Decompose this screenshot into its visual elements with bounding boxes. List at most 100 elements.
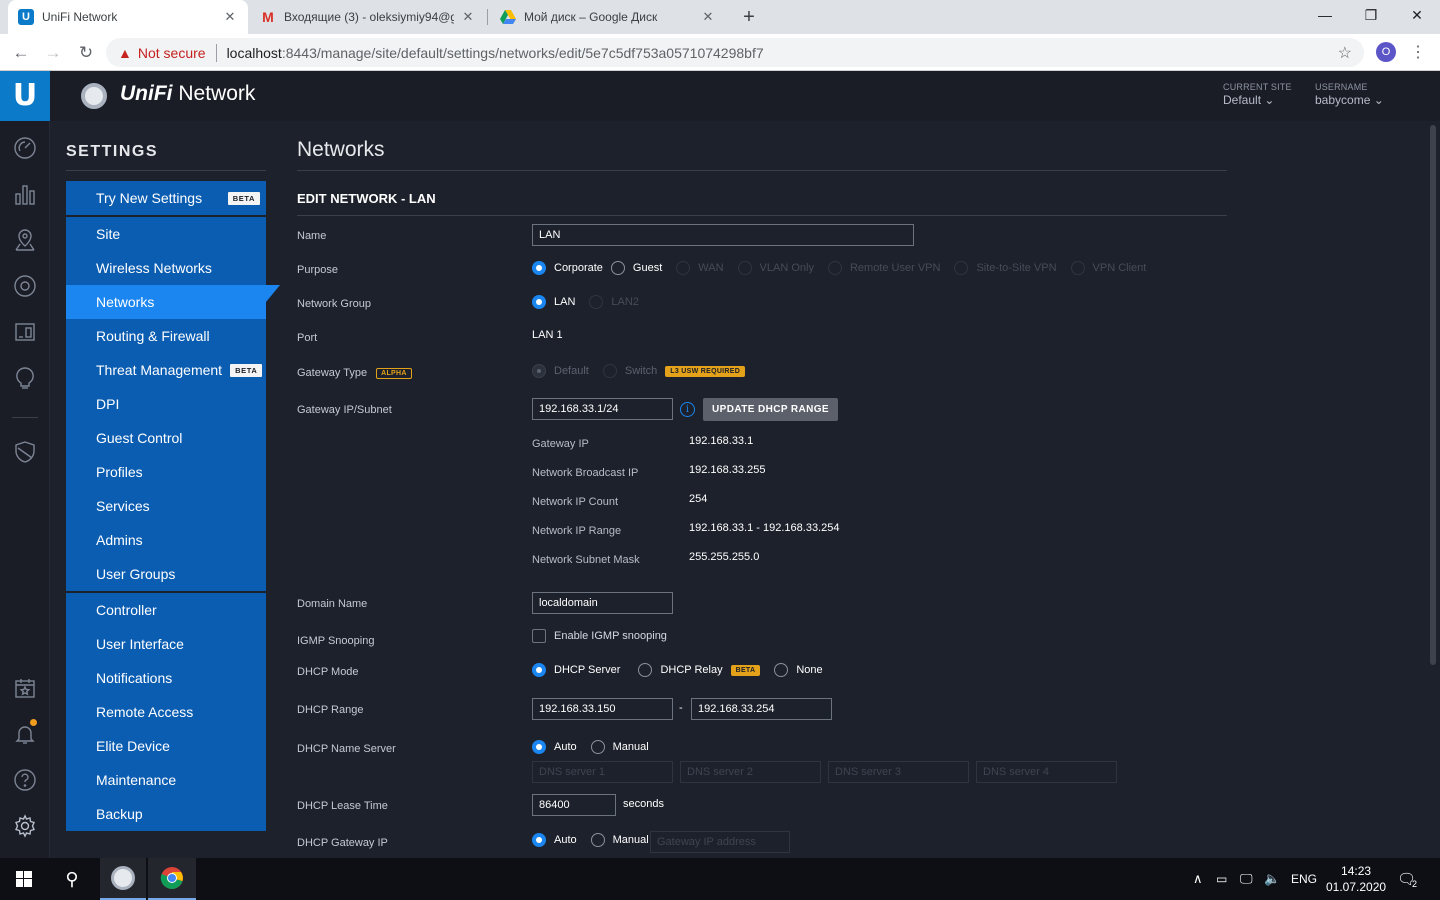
close-tab-icon[interactable]: ✕: [700, 9, 716, 25]
network-group-lan-radio[interactable]: [532, 295, 546, 309]
nav-routing-firewall[interactable]: Routing & Firewall: [66, 319, 266, 353]
update-dhcp-range-button[interactable]: UPDATE DHCP RANGE: [703, 398, 838, 421]
settings-gear-icon[interactable]: [11, 812, 39, 840]
close-window-icon[interactable]: ✕: [1394, 0, 1440, 30]
username-selector[interactable]: USERNAME babycome ⌄: [1315, 82, 1384, 107]
browser-menu-icon[interactable]: ⋮: [1410, 40, 1426, 66]
domain-name-input[interactable]: localdomain: [532, 592, 673, 614]
close-tab-icon[interactable]: ✕: [460, 9, 476, 25]
help-icon[interactable]: [11, 766, 39, 794]
purpose-vlan-only-radio[interactable]: [737, 261, 752, 275]
battery-icon[interactable]: ▭: [1216, 858, 1227, 900]
restore-icon[interactable]: ❐: [1348, 0, 1394, 30]
dhcp-gateway-manual-radio[interactable]: [590, 833, 605, 847]
chrome-icon[interactable]: [148, 858, 196, 900]
dhcp-gateway-ip-input[interactable]: Gateway IP address: [650, 831, 790, 853]
action-center-icon[interactable]: 🗨 2: [1397, 858, 1417, 900]
dhcp-range-end-input[interactable]: 192.168.33.254: [691, 698, 832, 720]
dhcp-range-start-input[interactable]: 192.168.33.150: [532, 698, 673, 720]
nav-backup[interactable]: Backup: [66, 797, 266, 831]
new-tab-button[interactable]: +: [738, 4, 760, 30]
clients-icon[interactable]: [11, 318, 39, 346]
dhcp-relay-radio[interactable]: [638, 663, 653, 677]
igmp-snooping-checkbox[interactable]: [532, 629, 546, 643]
nav-services[interactable]: Services: [66, 489, 266, 523]
devices-icon[interactable]: [11, 272, 39, 300]
gateway-type-default-radio[interactable]: [532, 364, 546, 378]
tab-unifi[interactable]: U UniFi Network ✕: [8, 0, 248, 34]
network-group-lan2-radio[interactable]: [589, 295, 604, 309]
close-tab-icon[interactable]: ✕: [222, 9, 238, 25]
nav-try-new-settings[interactable]: Try New Settings BETA: [66, 181, 266, 215]
page-scrollbar[interactable]: [1430, 125, 1436, 665]
dhcp-gateway-auto-radio[interactable]: [532, 833, 546, 847]
minimize-icon[interactable]: —: [1302, 0, 1348, 30]
nav-elite-device[interactable]: Elite Device: [66, 729, 266, 763]
events-calendar-icon[interactable]: [11, 674, 39, 702]
nav-guest-control[interactable]: Guest Control: [66, 421, 266, 455]
search-icon[interactable]: ⚲: [48, 858, 96, 900]
address-bar[interactable]: ▲ Not secure localhost:8443/manage/site/…: [106, 38, 1364, 67]
statistics-icon[interactable]: [11, 180, 39, 208]
forward-icon[interactable]: →: [40, 40, 66, 66]
purpose-remote-user-vpn-radio[interactable]: [827, 261, 842, 275]
dns-server-1-input[interactable]: DNS server 1: [532, 761, 673, 783]
volume-icon[interactable]: 🔈: [1264, 858, 1280, 900]
purpose-guest-radio[interactable]: [610, 261, 625, 275]
windows-start-icon[interactable]: [0, 858, 48, 900]
name-server-manual-radio[interactable]: [590, 740, 605, 754]
dns-server-3-input[interactable]: DNS server 3: [828, 761, 969, 783]
clock[interactable]: 14:23 01.07.2020: [1326, 858, 1386, 900]
info-icon[interactable]: i: [680, 402, 695, 417]
dhcp-none-radio[interactable]: [774, 663, 789, 677]
dhcp-server-radio[interactable]: [532, 663, 546, 677]
lease-time-input[interactable]: 86400: [532, 794, 616, 816]
purpose-option-label: WAN: [698, 262, 724, 274]
tab-gmail[interactable]: M Входящие (3) - oleksiymiy94@gm ✕: [250, 0, 486, 34]
purpose-site-to-site-vpn-radio[interactable]: [954, 261, 969, 275]
back-icon[interactable]: ←: [8, 40, 34, 66]
nav-dpi[interactable]: DPI: [66, 387, 266, 421]
nav-user-interface[interactable]: User Interface: [66, 627, 266, 661]
insights-icon[interactable]: [11, 364, 39, 392]
tray-chevron-icon[interactable]: ∧: [1193, 858, 1203, 900]
dns-server-2-input[interactable]: DNS server 2: [680, 761, 821, 783]
not-secure-label[interactable]: Not secure: [138, 45, 206, 61]
nav-remote-access[interactable]: Remote Access: [66, 695, 266, 729]
map-icon[interactable]: [11, 226, 39, 254]
alerts-bell-icon[interactable]: [11, 719, 39, 748]
language-indicator[interactable]: ENG: [1291, 858, 1317, 900]
nav-maintenance[interactable]: Maintenance: [66, 763, 266, 797]
purpose-vpn-client-radio[interactable]: [1070, 261, 1085, 275]
gateway-type-switch-radio[interactable]: [602, 364, 617, 378]
current-site-selector[interactable]: CURRENT SITE Default ⌄: [1223, 82, 1292, 107]
profile-avatar[interactable]: O: [1376, 42, 1396, 62]
nav-notifications[interactable]: Notifications: [66, 661, 266, 695]
nav-site[interactable]: Site: [66, 217, 266, 251]
nav-user-groups[interactable]: User Groups: [66, 557, 266, 591]
purpose-corporate-radio[interactable]: [532, 261, 546, 275]
shield-icon[interactable]: [11, 438, 39, 466]
tab-google-drive[interactable]: Мой диск – Google Диск ✕: [490, 0, 726, 34]
name-input[interactable]: LAN: [532, 224, 914, 246]
warning-icon[interactable]: ▲: [118, 45, 132, 61]
name-server-auto-radio[interactable]: [532, 740, 546, 754]
nav-controller[interactable]: Controller: [66, 593, 266, 627]
bookmark-star-icon[interactable]: ☆: [1338, 43, 1352, 63]
nav-networks[interactable]: Networks: [66, 285, 280, 319]
nav-admins[interactable]: Admins: [66, 523, 266, 557]
nav-profiles[interactable]: Profiles: [66, 455, 266, 489]
ubiquiti-logo-icon[interactable]: U: [0, 71, 50, 121]
nav-threat-management[interactable]: Threat Management BETA: [66, 353, 266, 387]
gateway-subnet-input[interactable]: 192.168.33.1/24: [532, 398, 673, 420]
network-icon[interactable]: 🖵: [1240, 858, 1253, 900]
unifi-app-icon[interactable]: [100, 858, 146, 900]
reload-icon[interactable]: ↻: [73, 40, 99, 66]
dashboard-icon[interactable]: [11, 134, 39, 162]
dns-server-4-input[interactable]: DNS server 4: [976, 761, 1117, 783]
purpose-wan-radio[interactable]: [676, 261, 691, 275]
gateway-ip-label: Gateway IP: [532, 438, 589, 450]
nav-wireless-networks[interactable]: Wireless Networks: [66, 251, 266, 285]
username-label: USERNAME: [1315, 82, 1368, 92]
broadcast-ip-value: 192.168.33.255: [689, 464, 766, 476]
